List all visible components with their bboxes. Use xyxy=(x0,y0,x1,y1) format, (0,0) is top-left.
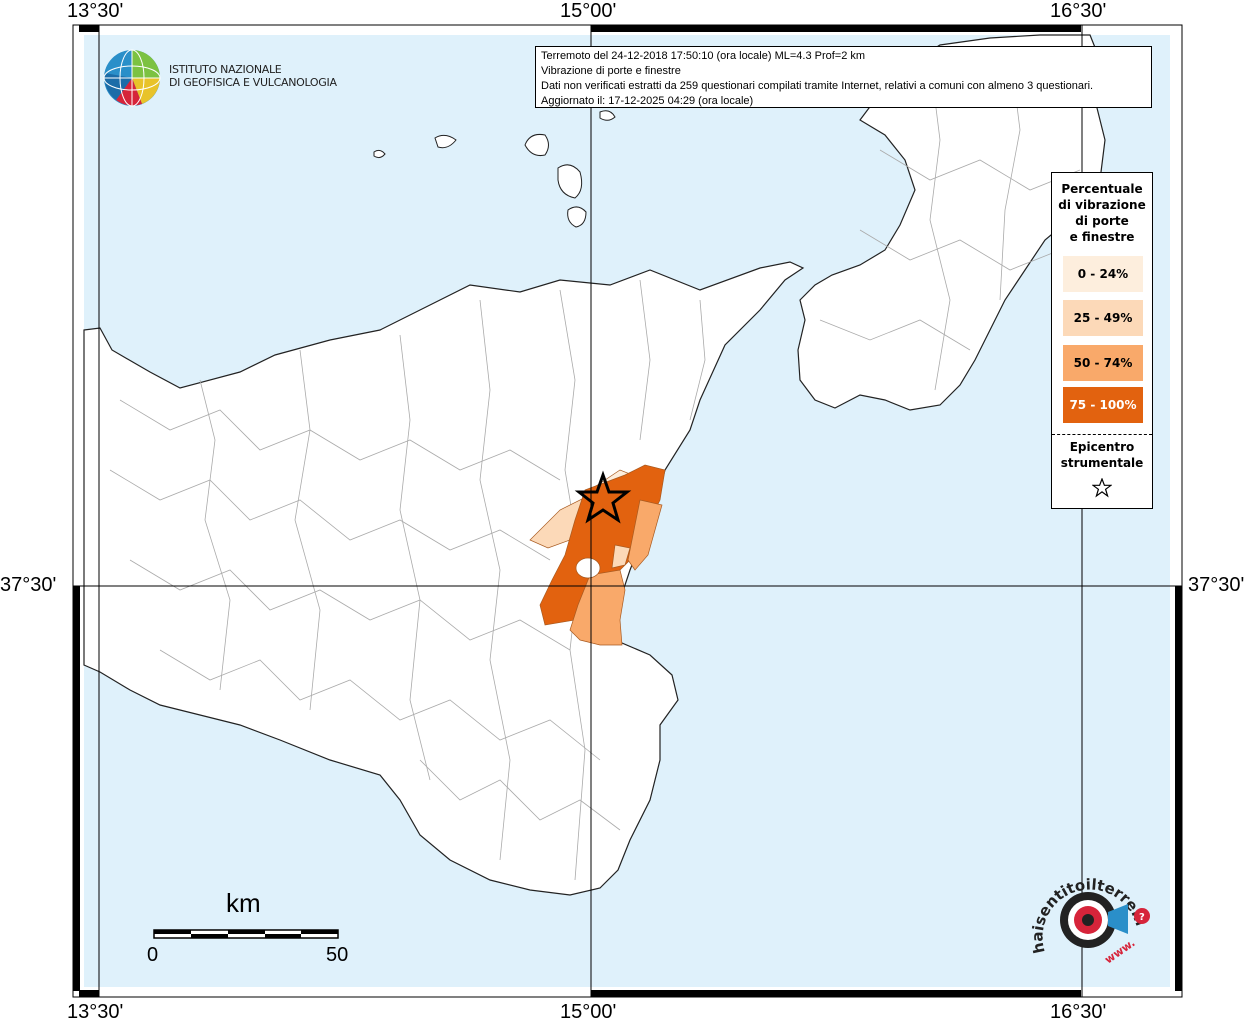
ingv-line-2: DI GEOFISICA E VULCANOLOGIA xyxy=(169,76,337,89)
lon-tick-bottom-2: 15°00' xyxy=(560,1001,617,1023)
scale-max-label: 50 xyxy=(326,944,349,966)
scale-min-label: 0 xyxy=(147,944,159,966)
event-data-note: Dati non verificati estratti da 259 ques… xyxy=(541,80,1094,92)
haisentito-www-text: www. xyxy=(1102,936,1137,966)
legend-star-icon xyxy=(1092,478,1112,498)
scale-bar xyxy=(153,929,339,939)
event-updated: Aggiornato il: 17-12-2025 04:29 (ora loc… xyxy=(541,95,754,107)
ingv-globe-icon xyxy=(103,49,161,107)
legend-class-25-49: 25 - 49% xyxy=(1063,300,1143,336)
haisentito-logo-icon: haisentitoilterremoto.it ? www. xyxy=(1020,862,1150,966)
event-title: Terremoto del 24-12-2018 17:50:10 (ora l… xyxy=(541,50,866,62)
lon-tick-top-2: 15°00' xyxy=(560,0,617,22)
lon-tick-top-1: 13°30' xyxy=(67,0,124,22)
scale-unit: km xyxy=(226,888,261,918)
lon-tick-bottom-1: 13°30' xyxy=(67,1001,124,1023)
legend-epicenter-label: Epicentro strumentale xyxy=(1060,440,1144,470)
legend-separator xyxy=(1052,434,1152,435)
legend-panel: Percentuale di vibrazione di porte e fin… xyxy=(1051,172,1153,509)
legend-class-50-74: 50 - 74% xyxy=(1063,345,1143,381)
ingv-logo-text: ISTITUTO NAZIONALE DI GEOFISICA E VULCAN… xyxy=(169,63,337,89)
legend-class-75-100: 75 - 100% xyxy=(1063,387,1143,423)
lat-tick-right: 37°30' xyxy=(1188,574,1245,596)
legend-class-0-24: 0 - 24% xyxy=(1063,256,1143,292)
lon-tick-top-3: 16°30' xyxy=(1050,0,1107,22)
event-info-box: Terremoto del 24-12-2018 17:50:10 (ora l… xyxy=(535,46,1152,108)
lon-tick-bottom-3: 16°30' xyxy=(1050,1001,1107,1023)
event-parameter: Vibrazione di porte e finestre xyxy=(541,65,681,77)
svg-text:?: ? xyxy=(1139,912,1145,923)
lat-tick-left: 37°30' xyxy=(0,574,57,596)
legend-title: Percentuale di vibrazione di porte e fin… xyxy=(1058,182,1146,244)
ingv-line-1: ISTITUTO NAZIONALE xyxy=(169,63,282,76)
